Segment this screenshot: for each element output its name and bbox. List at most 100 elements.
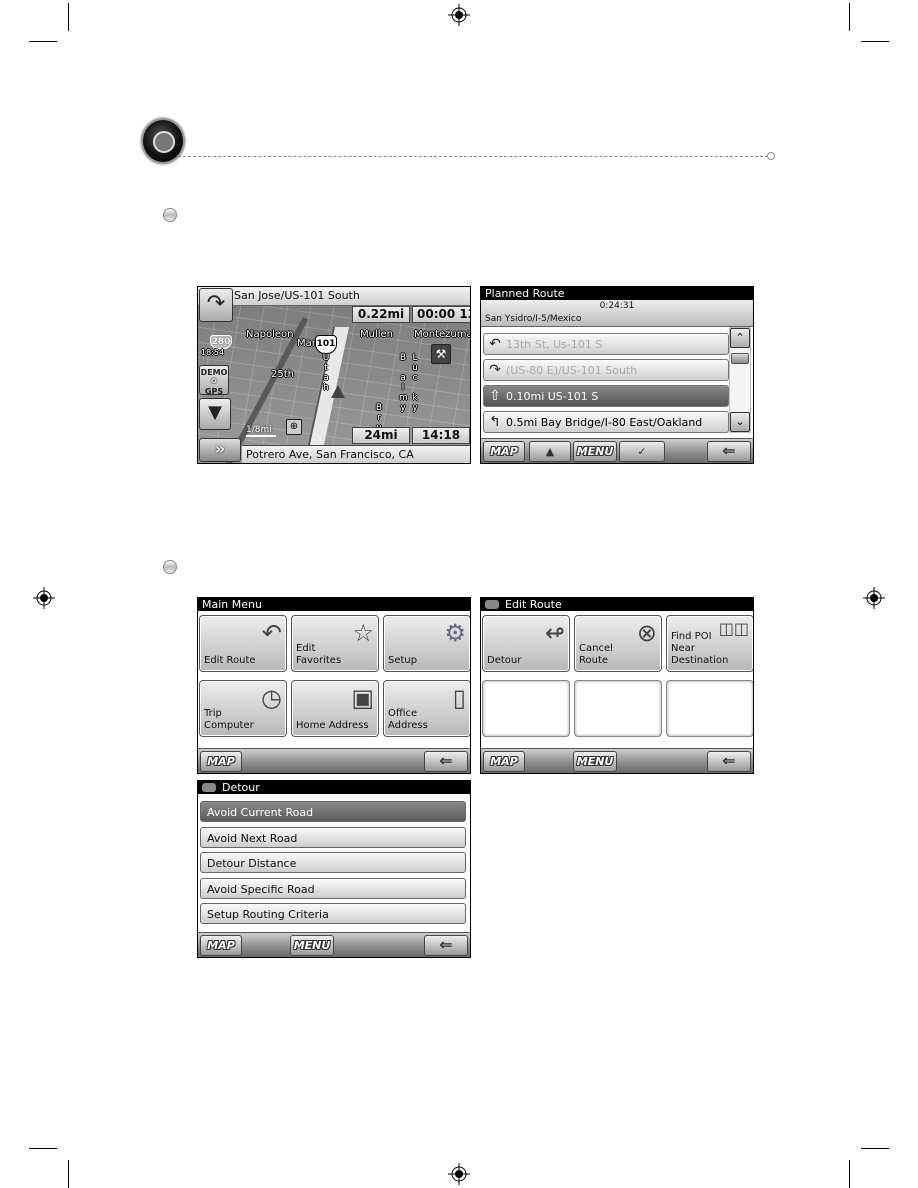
back-button[interactable]: ⇐: [707, 441, 751, 462]
tile-label: Edit Favorites: [296, 643, 342, 666]
map-label: 18:54: [201, 348, 225, 357]
map-button[interactable]: MAP: [200, 935, 242, 956]
detour-option[interactable]: Avoid Current Road: [200, 801, 466, 822]
tile-label: Setup: [388, 655, 418, 666]
tile-empty: [482, 680, 570, 737]
route-item-text: (US-80 E)/US-101 South: [506, 364, 638, 377]
screen-title: Edit Route: [481, 598, 753, 611]
crop-mark: [29, 41, 57, 42]
car-position-arrow-icon: [331, 385, 345, 398]
detour-option[interactable]: Setup Routing Criteria: [200, 903, 466, 924]
demo-gps-button[interactable]: DEMO ☉ GPS: [199, 365, 229, 396]
eta: 14:18: [412, 427, 470, 444]
tile-trip-computer[interactable]: ◷ Trip Computer: [199, 680, 287, 737]
bottom-toolbar: MAP ⇐: [198, 748, 470, 773]
menu-button[interactable]: MENU: [573, 751, 617, 772]
crop-mark: [861, 41, 889, 42]
scroll-thumb[interactable]: [731, 353, 749, 364]
map-label: Mullen: [360, 329, 394, 340]
tile-home-address[interactable]: ▣ Home Address: [291, 680, 379, 737]
map-label: Montezuma: [414, 329, 471, 340]
tile-detour[interactable]: ↫ Detour: [482, 615, 570, 672]
tile-empty: [574, 680, 662, 737]
map-screen: San Jose/US-101 South ↷ 0.22mi 00:00 13 …: [197, 286, 471, 464]
screen-title: Planned Route: [481, 287, 753, 300]
map-label-vertical: Utah: [322, 353, 330, 393]
screen-title-text: Edit Route: [505, 598, 562, 611]
current-street: San Jose/US-101 South: [198, 287, 470, 306]
tile-empty: [666, 680, 753, 737]
back-button[interactable]: ⇐: [424, 935, 468, 956]
scroll-down-button[interactable]: ⌄: [730, 412, 750, 432]
tile-label: Office Address: [388, 708, 428, 731]
crop-mark: [849, 3, 850, 31]
detour-option[interactable]: Avoid Specific Road: [200, 878, 466, 899]
crop-mark: [849, 1160, 850, 1188]
tile-edit-route[interactable]: ↶ Edit Route: [199, 615, 287, 672]
distance-total: 24mi: [352, 427, 410, 444]
tile-setup[interactable]: ⚙ Setup: [383, 615, 470, 672]
app-logo-icon: [202, 783, 216, 792]
route-list-item[interactable]: ⇧ 0.10mi US-101 S: [483, 385, 729, 407]
scroll-up-button[interactable]: ⌃: [730, 328, 750, 348]
menu-button[interactable]: MENU: [290, 935, 334, 956]
turn-right-arrow-icon[interactable]: ↷: [199, 288, 233, 322]
route-list-item[interactable]: ↰ 0.5mi Bay Bridge/I-80 East/Oakland: [483, 411, 729, 433]
tile-office-address[interactable]: ▯ Office Address: [383, 680, 470, 737]
u-turn-icon: ↶: [489, 336, 501, 352]
bullet-icon: [163, 560, 177, 574]
planned-route-screen: Planned Route 0:24:31 San Ysidro/I-5/Mex…: [480, 286, 754, 464]
back-button[interactable]: ⇐: [707, 751, 751, 772]
speedometer-icon: ◷: [261, 684, 282, 712]
interstate-shield: 280: [210, 335, 232, 349]
route-list-item[interactable]: ↶ 13th St, Us-101 S: [483, 333, 729, 355]
menu-button[interactable]: MENU: [573, 441, 617, 462]
time-next: 00:00 13: [412, 306, 470, 323]
crop-mark: [68, 3, 69, 31]
gps-label: GPS: [204, 387, 224, 396]
map-button[interactable]: MAP: [483, 751, 525, 772]
route-total-time: 0:24:31: [599, 301, 635, 311]
route-item-text: 0.10mi US-101 S: [506, 390, 599, 403]
registration-mark-icon: [448, 1163, 470, 1185]
bottom-toolbar: MAP MENU ⇐: [481, 748, 753, 773]
scrollbar[interactable]: ⌃ ⌄: [729, 327, 751, 433]
route-item-text: 0.5mi Bay Bridge/I-80 East/Oakland: [506, 416, 703, 429]
registration-mark-icon: [33, 587, 55, 609]
route-list-item[interactable]: ↷ (US-80 E)/US-101 South: [483, 359, 729, 381]
gear-icon: ⚙: [444, 619, 466, 647]
screen-title: Main Menu: [198, 598, 470, 611]
map-button[interactable]: MAP: [483, 441, 525, 462]
detour-option[interactable]: Avoid Next Road: [200, 827, 466, 848]
edit-route-screen: Edit Route ↫ Detour ⊗ Cancel Route ◫◫ Find …: [480, 597, 754, 774]
straight-arrow-icon: ⇧: [489, 388, 501, 404]
edit-route-icon: ↶: [261, 619, 282, 647]
locate-icon[interactable]: ⊕: [286, 419, 302, 435]
office-building-icon: ▯: [452, 684, 466, 712]
tile-find-poi[interactable]: ◫◫ Find POI Near Destination: [666, 615, 753, 672]
registration-mark-icon: [863, 587, 885, 609]
route-destination: San Ysidro/I-5/Mexico: [485, 314, 582, 324]
map-button[interactable]: MAP: [200, 751, 242, 772]
double-chevron-right-icon[interactable]: »: [199, 438, 241, 462]
header-divider: [178, 156, 768, 157]
wrench-icon[interactable]: ⚒: [431, 344, 451, 364]
tile-label: Cancel Route: [579, 643, 613, 666]
demo-label: DEMO: [200, 368, 228, 377]
north-compass-icon[interactable]: ▼: [199, 398, 231, 430]
registration-mark-icon: [448, 4, 470, 26]
route-item-text: 13th St, Us-101 S: [506, 338, 603, 351]
detour-option[interactable]: Detour Distance: [200, 852, 466, 873]
map-label: Napoleon: [246, 329, 294, 340]
tile-edit-favorites[interactable]: ☆ Edit Favorites: [291, 615, 379, 672]
crop-mark: [861, 1148, 889, 1149]
app-logo-icon: [485, 600, 499, 609]
back-button[interactable]: ⇐: [424, 751, 468, 772]
bullet-icon: [163, 208, 177, 222]
cancel-route-icon: ⊗: [636, 619, 657, 647]
distance-next: 0.22mi: [352, 306, 410, 323]
page-up-button[interactable]: ▲: [529, 441, 571, 462]
map-scale: 1/8mi: [246, 425, 276, 437]
page-check-button[interactable]: ✓: [619, 441, 665, 462]
tile-cancel-route[interactable]: ⊗ Cancel Route: [574, 615, 662, 672]
